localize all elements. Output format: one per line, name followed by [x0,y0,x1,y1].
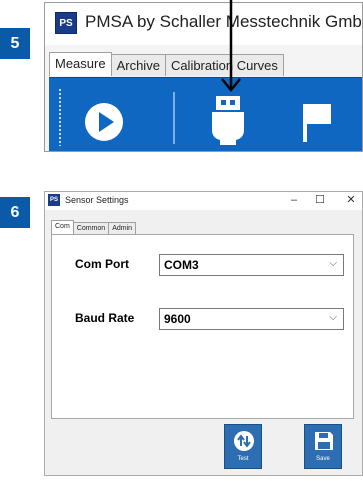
minimize-button[interactable]: – [281,192,307,210]
save-button[interactable]: Save [304,424,342,469]
test-button-label: Test [237,456,249,462]
com-port-label: Com Port [75,257,129,271]
save-button-label: Save [316,456,330,462]
swap-arrows-icon [234,431,254,451]
usb-connector-icon[interactable] [209,94,247,146]
tab-common[interactable]: Common [72,222,110,234]
chevron-down-icon[interactable]: ⌵ [329,312,337,323]
chevron-down-icon[interactable]: ⌵ [329,258,337,269]
tab-archive[interactable]: Archive [110,54,166,76]
close-button[interactable]: ✕ [338,192,362,210]
step-5-badge: 5 [0,28,30,59]
com-port-value: COM3 [164,258,199,272]
baud-rate-value: 9600 [164,312,191,326]
toolbar-grip-handle[interactable] [58,88,62,146]
com-settings-panel: Com Port COM3 ⌵ Baud Rate 9600 ⌵ [51,234,354,419]
main-window: PS PMSA by Schaller Messtechnik GmbH Mea… [44,2,363,152]
flag-icon[interactable] [299,100,335,144]
dialog-title: Sensor Settings [65,195,129,205]
measure-toolbar [49,77,362,151]
title-bar: PS PMSA by Schaller Messtechnik GmbH [45,3,362,45]
toolbar-divider [173,92,175,144]
sensor-settings-dialog: PS Sensor Settings – ☐ ✕ Com Common Admi… [44,191,363,476]
dialog-logo-icon: PS [48,194,60,206]
main-tabs: Measure Archive Calibration Curves [49,52,284,77]
com-port-select[interactable]: COM3 ⌵ [159,254,344,276]
tab-measure[interactable]: Measure [49,52,112,76]
dialog-title-bar: PS Sensor Settings – ☐ ✕ [45,192,362,210]
play-icon[interactable] [83,101,125,143]
window-title: PMSA by Schaller Messtechnik GmbH [85,12,363,31]
tab-admin[interactable]: Admin [108,222,137,234]
floppy-disk-icon [315,432,333,450]
test-button[interactable]: Test [224,424,262,469]
maximize-button[interactable]: ☐ [307,192,333,210]
step-6-badge: 6 [0,197,30,228]
app-logo-icon: PS [55,12,77,34]
tab-com[interactable]: Com [51,220,74,234]
baud-rate-label: Baud Rate [75,311,135,325]
tab-calibration-curves[interactable]: Calibration Curves [164,54,284,76]
baud-rate-select[interactable]: 9600 ⌵ [159,308,344,330]
